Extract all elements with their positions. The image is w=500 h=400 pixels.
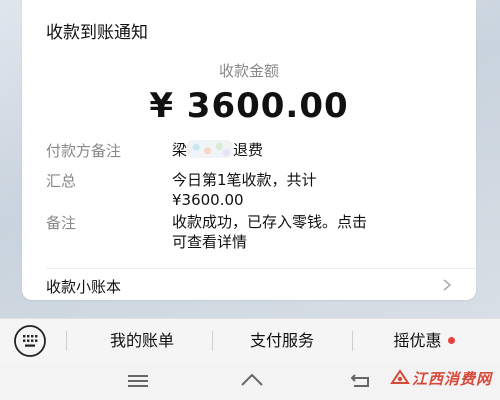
remark-line-2: 可查看详情 [172,233,248,251]
menu-separator [212,331,213,351]
menu-nav-icon[interactable] [124,370,152,392]
summary-line-1: 今日第1笔收款，共计 [172,171,317,189]
watermark-text: 江西消费网 [411,370,492,388]
chevron-right-icon [443,279,452,291]
ledger-label: 收款小账本 [46,278,122,296]
notification-dot [447,337,455,344]
bottom-menu-bar: 我的账单 支付服务 摇优惠 [0,318,500,363]
menu-my-bills[interactable]: 我的账单 [74,319,210,363]
payer-note-label: 付款方备注 [46,142,122,160]
amount-value: ¥ 3600.00 [149,86,349,126]
payment-notification-card[interactable]: 收款到账通知 收款金额 ¥ 3600.00 付款方备注 梁 退费 汇总 今日第1笔… [22,0,476,300]
amount-label: 收款金额 [218,62,279,80]
notification-title: 收款到账通知 [46,23,148,43]
watermark-logo-icon [390,369,410,384]
remark-value: 收款成功，已存入零钱。点击 可查看详情 [172,212,462,252]
summary-label: 汇总 [46,172,77,190]
menu-shake-offers-label: 摇优惠 [393,331,442,350]
summary-value: 今日第1笔收款，共计 ¥3600.00 [172,170,462,210]
payer-note-prefix: 梁 [172,141,188,159]
home-nav-icon[interactable] [238,370,266,392]
remark-line-1: 收款成功，已存入零钱。点击 [172,213,368,231]
menu-shake-offers[interactable]: 摇优惠 [354,319,494,363]
menu-payment-services[interactable]: 支付服务 [214,319,350,363]
remark-label: 备注 [46,214,77,232]
watermark: 江西消费网 [390,368,492,389]
ledger-link[interactable]: 收款小账本 [22,270,476,300]
back-nav-icon[interactable] [346,370,374,392]
payer-note-value: 梁 退费 [172,140,462,160]
keyboard-icon[interactable] [12,323,48,359]
payer-note-suffix: 退费 [233,141,264,159]
menu-separator [66,331,67,351]
menu-separator [352,331,353,351]
redacted-name-mosaic [187,140,234,158]
summary-line-2: ¥3600.00 [172,191,244,209]
divider [46,268,476,269]
